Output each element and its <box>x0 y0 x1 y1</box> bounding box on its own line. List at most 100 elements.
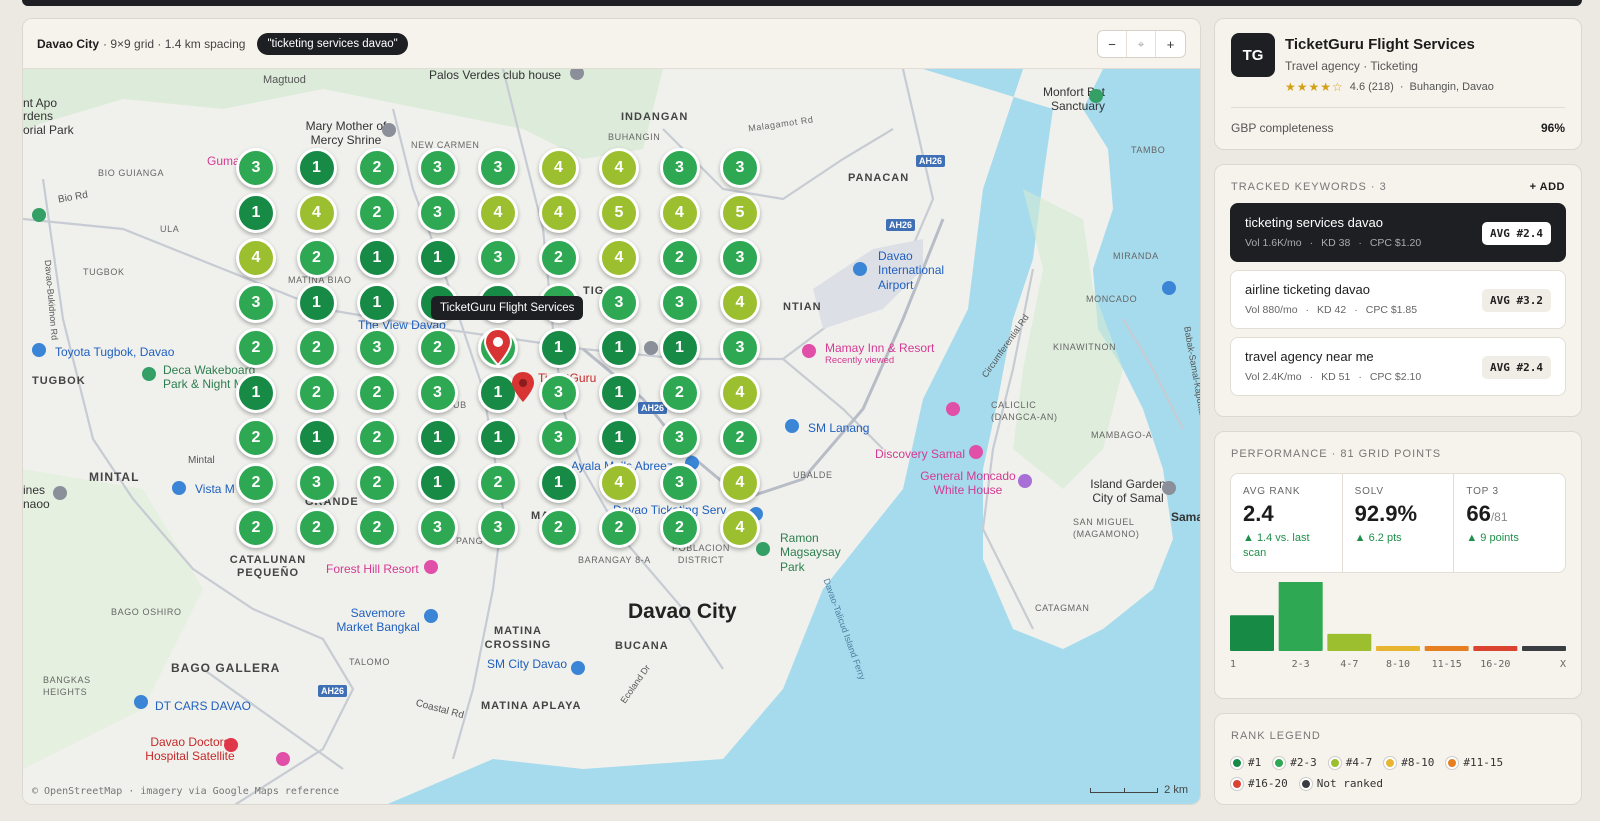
grid-node[interactable]: 5 <box>720 193 760 233</box>
grid-node[interactable]: 1 <box>296 283 337 323</box>
grid-node[interactable]: 4 <box>720 373 760 413</box>
grid-node[interactable]: 2 <box>296 508 337 548</box>
grid-node[interactable]: 1 <box>417 238 458 278</box>
grid-node[interactable]: 3 <box>478 148 518 188</box>
grid-node[interactable]: 2 <box>296 328 337 368</box>
keyword-item[interactable]: ticketing services davao Vol 1.6K/mo · KD 3… <box>1230 203 1566 262</box>
grid-node[interactable]: 2 <box>659 508 700 548</box>
zoom-out-button[interactable]: − <box>1098 31 1127 57</box>
grid-node[interactable]: 2 <box>659 373 700 413</box>
grid-node[interactable]: 2 <box>357 148 397 188</box>
grid-node[interactable]: 3 <box>720 238 760 278</box>
separator: · <box>1358 371 1362 383</box>
grid-node[interactable]: 2 <box>357 418 397 458</box>
grid-node[interactable]: 2 <box>357 193 397 233</box>
grid-node[interactable]: 2 <box>296 373 337 413</box>
grid-node[interactable]: 3 <box>599 283 639 323</box>
zoom-in-button[interactable]: + <box>1156 31 1185 57</box>
grid-node[interactable]: 1 <box>236 373 276 413</box>
grid-node[interactable]: 1 <box>538 328 579 368</box>
grid-node[interactable]: 4 <box>478 193 518 233</box>
grid-node[interactable]: 2 <box>236 328 276 368</box>
grid-node[interactable]: 1 <box>659 328 700 368</box>
grid-node[interactable]: 2 <box>357 463 397 503</box>
grid-node[interactable]: 2 <box>538 508 579 548</box>
grid-node[interactable]: 3 <box>478 238 518 278</box>
grid-node[interactable]: 1 <box>599 418 639 458</box>
grid-node[interactable]: 4 <box>720 463 760 503</box>
grid-node[interactable]: 3 <box>417 508 458 548</box>
grid-node[interactable]: 4 <box>599 463 639 503</box>
grid-node[interactable]: 1 <box>296 148 337 188</box>
grid-node[interactable]: 3 <box>720 148 760 188</box>
grid-node[interactable]: 3 <box>478 508 518 548</box>
locate-icon[interactable]: ⌖ <box>1127 31 1156 57</box>
grid-node[interactable]: 2 <box>296 238 337 278</box>
grid-node[interactable]: 2 <box>236 463 276 503</box>
poi-icon <box>1162 281 1176 295</box>
grid-node[interactable]: 3 <box>538 373 579 413</box>
top3-value: 66 <box>1466 501 1491 526</box>
grid-node[interactable]: 2 <box>538 238 579 278</box>
grid-node[interactable]: 3 <box>296 463 337 503</box>
grid-node[interactable]: 3 <box>659 463 700 503</box>
stat-value: 92.9% <box>1354 501 1418 526</box>
legend-item: #11-15 <box>1446 756 1503 769</box>
grid-node[interactable]: 1 <box>478 418 518 458</box>
keyword-item[interactable]: airline ticketing davao Vol 880/mo · KD 42 ·… <box>1230 270 1566 329</box>
grid-node[interactable]: 4 <box>720 508 760 548</box>
grid-node[interactable]: 1 <box>417 418 458 458</box>
grid-node[interactable]: 2 <box>417 328 458 368</box>
grid-node[interactable]: 3 <box>236 283 276 323</box>
grid-node[interactable]: 4 <box>720 283 760 323</box>
ticketguru-pin-icon[interactable] <box>510 370 536 404</box>
grid-node[interactable]: 3 <box>357 328 397 368</box>
poi-icon <box>1018 474 1032 488</box>
grid-node[interactable]: 5 <box>599 193 639 233</box>
grid-node[interactable]: 4 <box>659 193 700 233</box>
map-scale: 2 km <box>1090 784 1188 796</box>
keyword-item[interactable]: travel agency near me Vol 2.4K/mo · KD 51 · C… <box>1230 337 1566 396</box>
grid-node[interactable]: 2 <box>478 463 518 503</box>
grid-node[interactable]: 4 <box>599 148 639 188</box>
grid-node[interactable]: 3 <box>659 283 700 323</box>
grid-node[interactable]: 3 <box>659 148 700 188</box>
stat-delta: ▲ 6.2 pts <box>1354 532 1402 544</box>
grid-node[interactable]: 2 <box>659 238 700 278</box>
grid-node[interactable]: 1 <box>296 418 337 458</box>
keyword-pill[interactable]: "ticketing services davao" <box>257 32 408 55</box>
grid-node[interactable]: 1 <box>417 463 458 503</box>
grid-node[interactable]: 1 <box>599 373 639 413</box>
grid-node[interactable]: 3 <box>236 148 276 188</box>
grid-node[interactable]: 3 <box>417 193 458 233</box>
grid-node[interactable]: 2 <box>236 508 276 548</box>
business-pin-icon[interactable] <box>483 327 513 367</box>
grid-node[interactable]: 4 <box>599 238 639 278</box>
grid-node[interactable]: 4 <box>538 148 579 188</box>
grid-node[interactable]: 4 <box>236 238 276 278</box>
histogram-bar <box>1278 582 1323 651</box>
separator: · <box>1309 371 1314 383</box>
histogram-bar <box>1230 615 1274 651</box>
grid-node[interactable]: 3 <box>538 418 579 458</box>
grid-node[interactable]: 2 <box>720 418 760 458</box>
grid-node[interactable]: 2 <box>357 508 397 548</box>
grid-node[interactable]: 1 <box>357 238 397 278</box>
grid-node[interactable]: 1 <box>538 463 579 503</box>
grid-node[interactable]: 3 <box>659 418 700 458</box>
grid-node[interactable]: 1 <box>599 328 639 368</box>
grid-node[interactable]: 3 <box>417 148 458 188</box>
map-canvas[interactable]: Magtuod Palos Verdes club house Mary Mot… <box>23 69 1200 804</box>
grid-node[interactable]: 2 <box>357 373 397 413</box>
add-keyword-button[interactable]: + ADD <box>1530 181 1565 193</box>
grid-node[interactable]: 3 <box>417 373 458 413</box>
grid-node[interactable]: 1 <box>236 193 276 233</box>
grid-node[interactable]: 4 <box>296 193 337 233</box>
grid-node[interactable]: 1 <box>357 283 397 323</box>
grid-node[interactable]: 2 <box>599 508 639 548</box>
grid-node[interactable]: 4 <box>538 193 579 233</box>
grid-node[interactable]: 2 <box>236 418 276 458</box>
rating-stars-icon: ★★★★☆ <box>1285 80 1344 94</box>
grid-node[interactable]: 3 <box>720 328 760 368</box>
legend-item: #4-7 <box>1328 756 1372 769</box>
